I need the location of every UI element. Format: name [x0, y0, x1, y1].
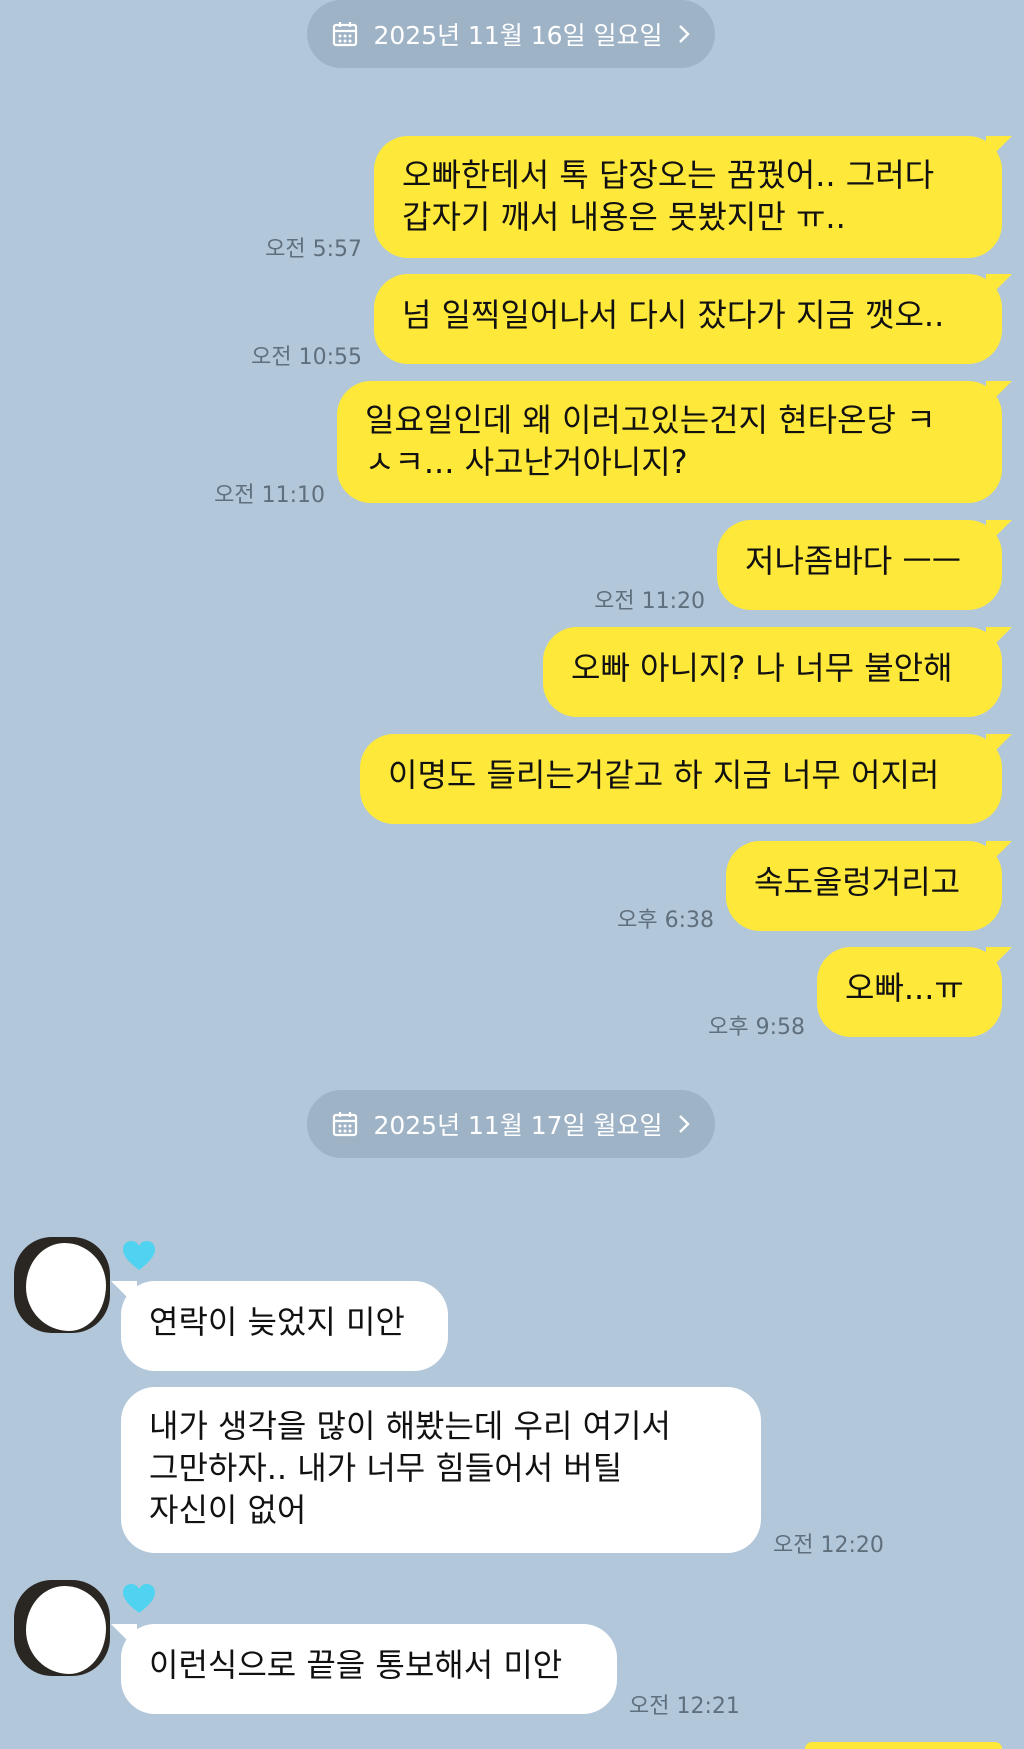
sent-message[interactable]: 오빠...ㅠ	[817, 947, 1002, 1037]
chevron-right-icon	[678, 1115, 690, 1133]
sent-message[interactable]: 저나좀바다 ㅡㅡ	[717, 520, 1002, 610]
message-time: 오전 5:57	[265, 237, 362, 262]
sent-message[interactable]: 오빠한테서 톡 답장오는 꿈꿨어.. 그러다 갑자기 깨서 내용은 못봤지만 ㅠ…	[374, 136, 1002, 258]
message-line: 속도울렁거리고	[754, 863, 961, 901]
received-message[interactable]: 내가 생각을 많이 해봤는데 우리 여기서 그만하자.. 내가 너무 힘들어서 …	[121, 1387, 761, 1553]
message-time: 오전 12:21	[629, 1694, 740, 1719]
date-separator[interactable]: 2025년 11월 17일 월요일	[307, 1090, 715, 1158]
message-line: 내가 생각을 많이 해봤는데 우리 여기서	[149, 1407, 671, 1445]
calendar-icon	[333, 22, 358, 47]
date-separator[interactable]: 2025년 11월 16일 일요일	[307, 0, 715, 68]
message-line: 오빠...ㅠ	[845, 969, 964, 1007]
message-line: 갑자기 깨서 내용은 못봤지만 ㅠ..	[402, 198, 846, 236]
received-message[interactable]: 연락이 늦었지 미안	[121, 1281, 448, 1371]
message-line: ㅅㅋ... 사고난거아니지?	[365, 443, 688, 481]
message-line: 이명도 들리는거같고 하 지금 너무 어지러	[388, 756, 940, 794]
message-line: 넘 일찍일어나서 다시 잤다가 지금 깻오..	[402, 296, 945, 334]
sent-message[interactable]: 넘 일찍일어나서 다시 잤다가 지금 깻오..	[374, 274, 1002, 364]
message-line: 자신이 없어	[149, 1491, 307, 1529]
chevron-right-icon	[678, 25, 690, 43]
received-message[interactable]: 이런식으로 끝을 통보해서 미안	[121, 1624, 617, 1714]
date-label: 2025년 11월 16일 일요일	[373, 21, 663, 50]
message-time: 오후 9:58	[708, 1015, 805, 1040]
message-line: 저나좀바다 ㅡㅡ	[745, 542, 962, 580]
message-line: 오빠 아니지? 나 너무 불안해	[571, 649, 953, 687]
sent-message[interactable]	[805, 1742, 1002, 1749]
sent-message[interactable]: 오빠 아니지? 나 너무 불안해	[543, 627, 1002, 717]
message-time: 오후 6:38	[617, 908, 714, 933]
message-line: 이런식으로 끝을 통보해서 미안	[149, 1646, 563, 1684]
avatar[interactable]	[14, 1237, 110, 1333]
avatar-mask	[26, 1243, 106, 1331]
message-line: 그만하자.. 내가 너무 힘들어서 버틸	[149, 1449, 623, 1487]
avatar[interactable]	[14, 1580, 110, 1676]
date-label: 2025년 11월 17일 월요일	[373, 1111, 663, 1140]
message-time: 오전 11:10	[214, 483, 325, 508]
calendar-icon	[333, 1112, 358, 1137]
sent-message[interactable]: 속도울렁거리고	[726, 841, 1002, 931]
message-time: 오전 12:20	[773, 1533, 884, 1558]
message-line: 일요일인데 왜 이러고있는건지 현타온당 ㅋ	[365, 401, 936, 439]
message-line: 오빠한테서 톡 답장오는 꿈꿨어.. 그러다	[402, 156, 935, 194]
sent-message[interactable]: 일요일인데 왜 이러고있는건지 현타온당 ㅋ ㅅㅋ... 사고난거아니지?	[337, 381, 1002, 503]
message-time: 오전 11:20	[594, 589, 705, 614]
heart-icon	[123, 1241, 155, 1270]
heart-icon	[123, 1584, 155, 1613]
sent-message[interactable]: 이명도 들리는거같고 하 지금 너무 어지러	[360, 734, 1002, 824]
avatar-mask	[26, 1586, 106, 1674]
message-time: 오전 10:55	[251, 345, 362, 370]
message-line: 연락이 늦었지 미안	[149, 1303, 405, 1341]
